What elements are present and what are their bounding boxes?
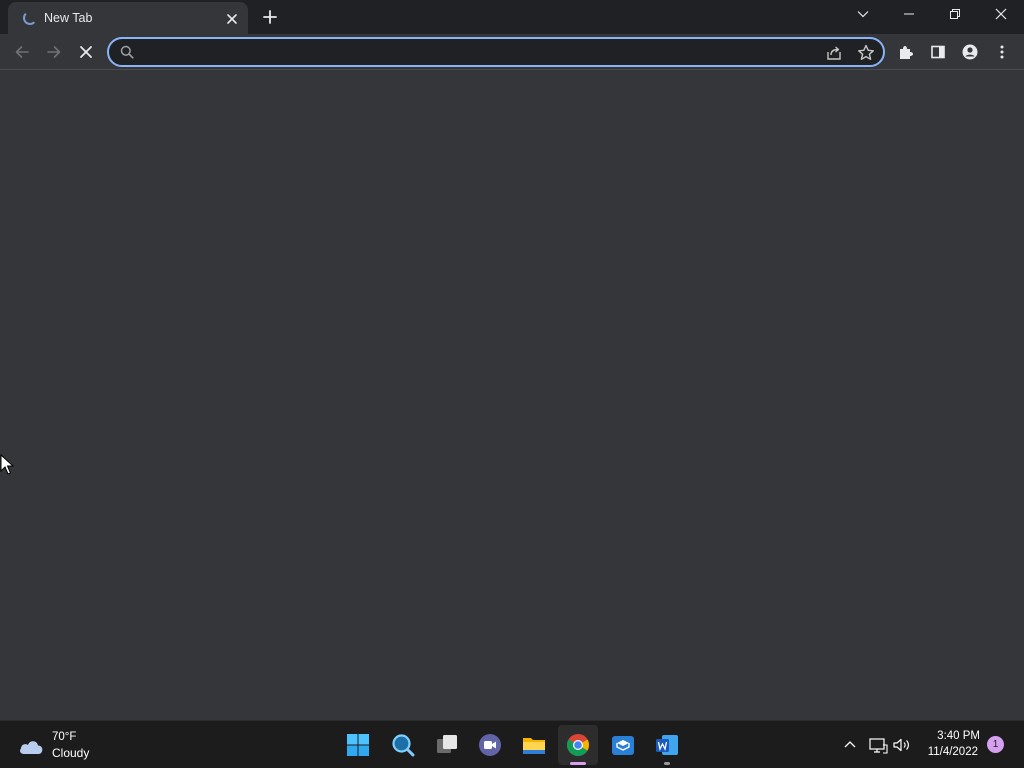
search-icon (392, 734, 415, 757)
address-bar[interactable] (107, 37, 885, 67)
volume-button[interactable] (890, 733, 914, 757)
more-menu-icon (1000, 45, 1004, 59)
task-view-button[interactable] (427, 725, 467, 765)
side-panel-icon (931, 45, 945, 59)
back-button[interactable] (8, 38, 36, 66)
weather-temperature: 70°F (52, 731, 77, 743)
clock-time[interactable]: 3:40 PM (920, 730, 980, 742)
tab-close-icon[interactable] (222, 9, 242, 29)
chevron-up-icon (844, 741, 856, 748)
back-arrow-icon (15, 46, 29, 58)
weather-widget[interactable]: 70°F Cloudy (14, 727, 134, 763)
task-view-icon (437, 735, 457, 753)
tab-new-tab[interactable]: New Tab (8, 2, 248, 34)
show-hidden-icons-button[interactable] (838, 733, 862, 757)
word-icon (656, 735, 678, 755)
teams-chat-icon (479, 734, 501, 756)
network-icon (869, 738, 888, 754)
plus-icon (263, 10, 277, 24)
windows-taskbar: 70°F Cloudy 3:40 PM 11/4/2022 1 (0, 720, 1024, 768)
mouse-cursor-icon (0, 454, 14, 475)
start-button[interactable] (338, 725, 378, 765)
notification-badge[interactable]: 1 (987, 736, 1004, 753)
profile-button[interactable] (956, 38, 984, 66)
weather-condition: Cloudy (52, 746, 90, 760)
chrome-icon (567, 734, 589, 756)
restore-button[interactable] (932, 0, 978, 30)
side-panel-button[interactable] (924, 38, 952, 66)
new-tab-button[interactable] (258, 5, 282, 29)
cloud-icon (20, 741, 43, 754)
minimize-icon (904, 13, 914, 15)
volume-icon (893, 738, 909, 752)
taskbar-search-button[interactable] (383, 725, 423, 765)
extensions-puzzle-icon (900, 46, 913, 59)
stop-loading-icon (80, 46, 92, 58)
word-button[interactable] (647, 725, 687, 765)
loading-spinner-icon (23, 11, 37, 25)
file-explorer-button[interactable] (514, 725, 554, 765)
windows-start-icon (347, 734, 369, 756)
browser-title-bar: New Tab (0, 0, 1024, 34)
forward-arrow-icon (47, 46, 61, 58)
clock-date[interactable]: 11/4/2022 (920, 746, 978, 758)
chevron-down-icon (857, 11, 869, 18)
extensions-button[interactable] (892, 38, 920, 66)
bookmark-star-icon[interactable] (855, 42, 877, 64)
chrome-button[interactable] (558, 725, 598, 765)
tab-search-button[interactable] (840, 0, 886, 30)
forward-button[interactable] (40, 38, 68, 66)
minimize-button[interactable] (886, 0, 932, 30)
network-button[interactable] (866, 733, 890, 757)
stop-loading-button[interactable] (72, 38, 100, 66)
restore-icon (950, 9, 960, 19)
page-content (0, 70, 1024, 720)
share-icon[interactable] (823, 42, 845, 64)
file-explorer-icon (523, 738, 545, 754)
address-input[interactable] (141, 41, 801, 63)
close-window-button[interactable] (978, 0, 1024, 30)
more-menu-button[interactable] (988, 38, 1016, 66)
close-icon (995, 8, 1007, 20)
active-app-indicator (570, 762, 586, 765)
microsoft-store-button[interactable] (603, 725, 643, 765)
search-icon (120, 45, 134, 59)
open-app-indicator (664, 762, 670, 765)
teams-chat-button[interactable] (470, 725, 510, 765)
profile-icon (962, 44, 978, 60)
tab-title: New Tab (44, 11, 93, 25)
microsoft-store-icon (612, 736, 634, 755)
browser-toolbar (0, 34, 1024, 70)
